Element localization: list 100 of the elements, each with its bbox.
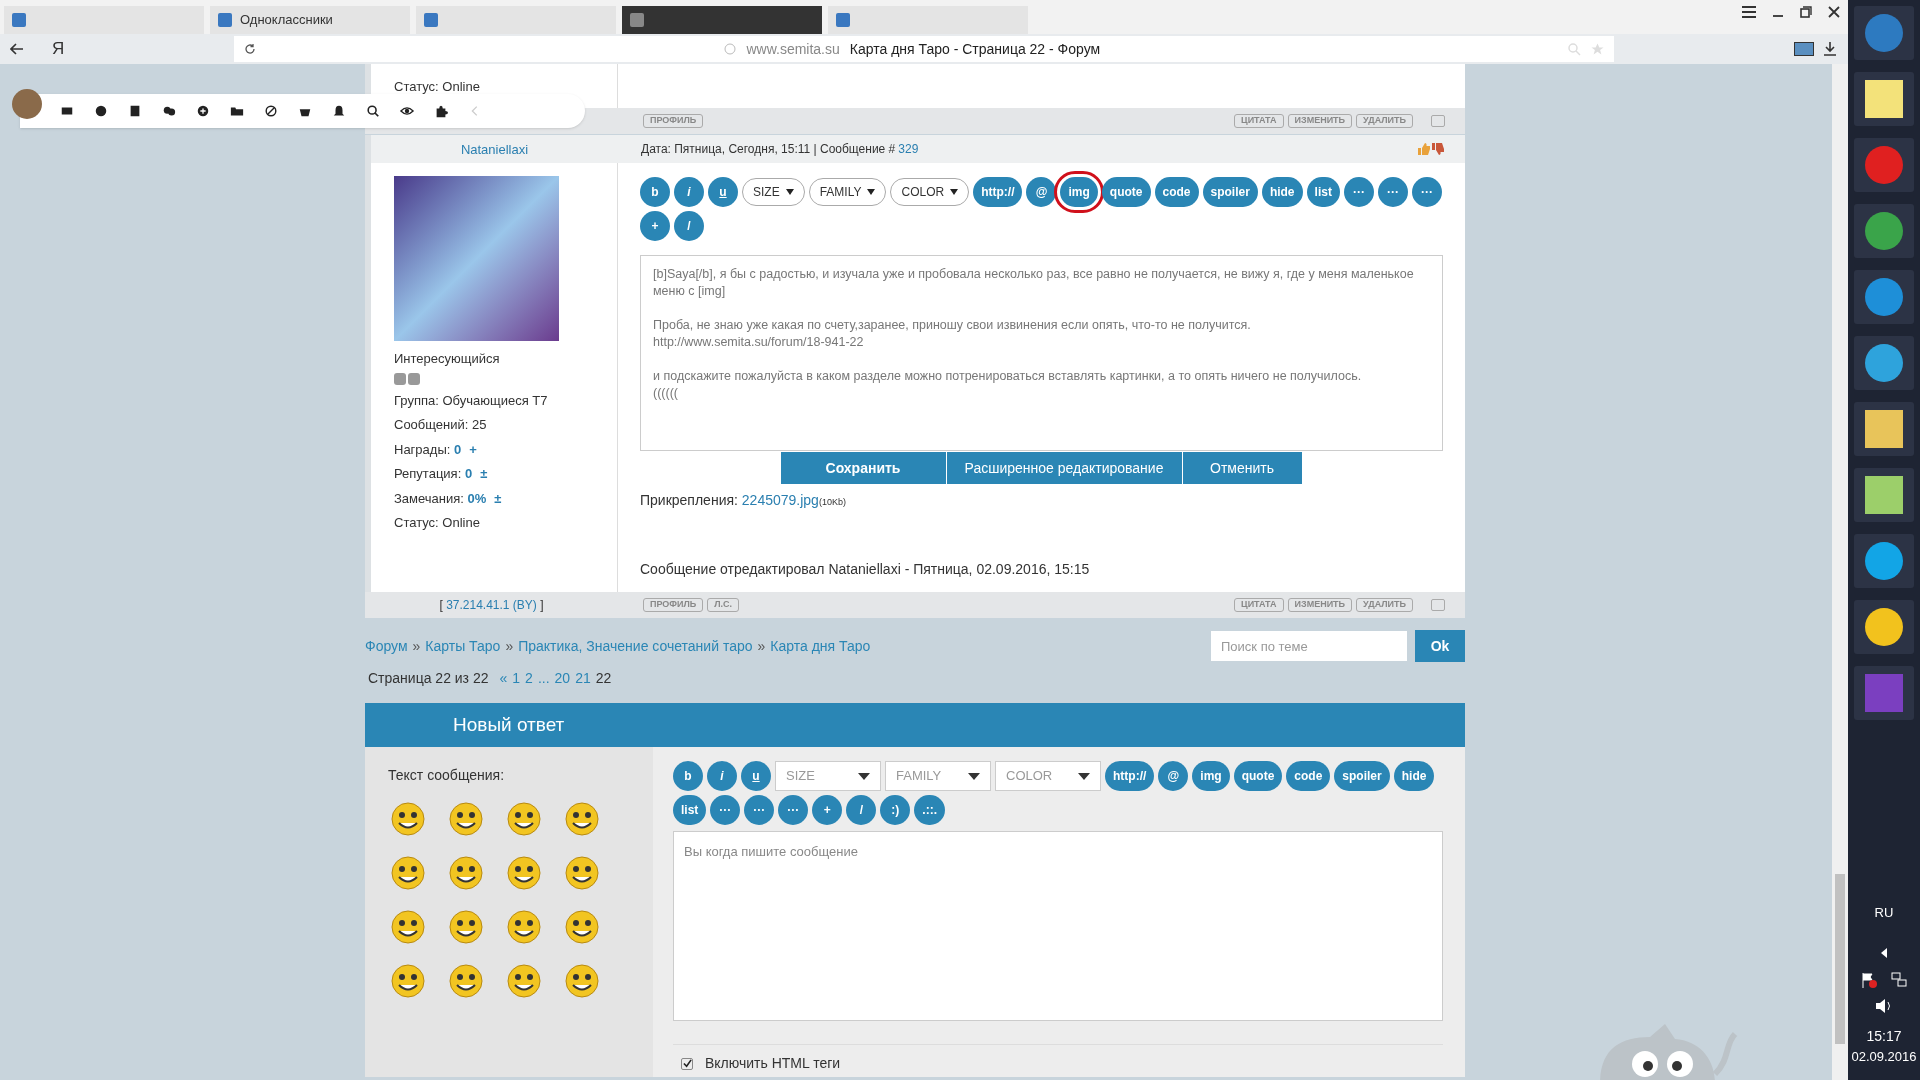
- block-icon[interactable]: [264, 104, 278, 118]
- format-dropdown[interactable]: SIZE: [742, 178, 805, 206]
- format-button[interactable]: u: [741, 761, 771, 791]
- format-button[interactable]: http://: [1105, 761, 1155, 791]
- smiley-icon[interactable]: [504, 907, 544, 947]
- stat-action-link[interactable]: ±: [480, 464, 488, 484]
- taskbar-app-button[interactable]: [1854, 402, 1914, 456]
- breadcrumb-link[interactable]: Форум: [365, 635, 408, 657]
- thumbs-up-icon[interactable]: [1417, 142, 1431, 156]
- editor-action-button[interactable]: Расширенное редактирование: [946, 452, 1183, 484]
- language-indicator[interactable]: RU: [1874, 903, 1894, 923]
- taskbar-app-button[interactable]: [1854, 336, 1914, 390]
- add-icon[interactable]: [196, 104, 210, 118]
- smiley-icon[interactable]: [562, 853, 602, 893]
- clock-time[interactable]: 15:17: [1866, 1025, 1902, 1047]
- html-tags-checkbox[interactable]: [681, 1057, 693, 1070]
- format-button[interactable]: b: [640, 177, 670, 207]
- breadcrumb-link[interactable]: Карта дня Таро: [770, 635, 871, 657]
- smiley-icon[interactable]: [388, 799, 428, 839]
- user-avatar[interactable]: [12, 89, 42, 119]
- thumbs-down-icon[interactable]: [1431, 142, 1445, 156]
- taskbar-app-button[interactable]: [1854, 600, 1914, 654]
- stat-action-link[interactable]: ±: [494, 488, 502, 508]
- format-button[interactable]: @: [1158, 761, 1189, 791]
- restore-icon[interactable]: [1800, 6, 1812, 18]
- footer-link[interactable]: ИЗМЕНИТЬ: [1287, 114, 1353, 128]
- smiley-icon[interactable]: [562, 961, 602, 1001]
- download-icon[interactable]: [1824, 42, 1837, 56]
- page-link[interactable]: 1: [512, 668, 521, 689]
- smiley-icon[interactable]: [446, 799, 486, 839]
- format-button[interactable]: spoiler: [1334, 761, 1390, 791]
- footer-link[interactable]: ЦИТАТА: [1234, 114, 1284, 128]
- format-button[interactable]: code: [1154, 177, 1199, 207]
- format-button[interactable]: ···: [1377, 177, 1408, 207]
- reload-icon[interactable]: [244, 43, 257, 55]
- format-button[interactable]: +: [640, 211, 670, 241]
- browser-logo[interactable]: Я: [52, 36, 65, 62]
- footer-link[interactable]: ПРОФИЛЬ: [643, 598, 704, 612]
- smiley-icon[interactable]: [388, 853, 428, 893]
- format-dropdown[interactable]: SIZE: [775, 761, 881, 791]
- footer-link[interactable]: ИЗМЕНИТЬ: [1287, 598, 1353, 612]
- flag-icon[interactable]: [1861, 971, 1877, 988]
- attachment-link[interactable]: 2245079.jpg: [741, 492, 819, 508]
- smiley-icon[interactable]: [504, 853, 544, 893]
- back-icon[interactable]: [10, 42, 24, 56]
- page-link[interactable]: 21: [575, 668, 591, 689]
- smiley-icon[interactable]: [388, 961, 428, 1001]
- smiley-icon[interactable]: [504, 799, 544, 839]
- format-dropdown[interactable]: FAMILY: [885, 761, 991, 791]
- search-field[interactable]: Поиск по теме: [1211, 631, 1407, 661]
- format-dropdown[interactable]: COLOR: [995, 761, 1101, 791]
- taskbar-app-button[interactable]: [1854, 468, 1914, 522]
- page-link[interactable]: «: [499, 668, 508, 689]
- post-number[interactable]: 329: [898, 140, 919, 158]
- taskbar-app-button[interactable]: [1854, 204, 1914, 258]
- page-link[interactable]: 22: [595, 668, 612, 689]
- browser-tab[interactable]: [622, 6, 822, 34]
- format-button[interactable]: http://: [973, 177, 1023, 207]
- smiley-icon[interactable]: [446, 907, 486, 947]
- format-button[interactable]: ···: [1411, 177, 1442, 207]
- footer-link[interactable]: УДАЛИТЬ: [1356, 114, 1413, 128]
- format-button[interactable]: @: [1026, 177, 1057, 207]
- format-button[interactable]: ···: [778, 795, 809, 825]
- smiley-icon[interactable]: [446, 853, 486, 893]
- smiley-icon[interactable]: [504, 961, 544, 1001]
- format-button[interactable]: /: [846, 795, 877, 825]
- page-link[interactable]: ...: [537, 668, 550, 689]
- stat-action-link[interactable]: +: [469, 439, 477, 459]
- format-button[interactable]: :): [880, 795, 911, 825]
- menu-icon[interactable]: [1742, 6, 1756, 18]
- format-button[interactable]: hide: [1393, 761, 1435, 791]
- format-button[interactable]: +: [812, 795, 843, 825]
- breadcrumb-link[interactable]: Карты Таро: [425, 635, 501, 657]
- browser-tab[interactable]: [4, 6, 204, 34]
- format-button[interactable]: ···: [1343, 177, 1374, 207]
- message-textarea[interactable]: Вы когда пишите сообщение: [673, 831, 1443, 1021]
- clock-date[interactable]: 02.09.2016: [1851, 1046, 1917, 1066]
- format-button[interactable]: /: [674, 211, 704, 241]
- browser-tab[interactable]: [416, 6, 616, 34]
- smiley-icon[interactable]: [562, 799, 602, 839]
- browser-tab[interactable]: [828, 6, 1028, 34]
- smiley-icon[interactable]: [388, 907, 428, 947]
- address-bar[interactable]: www.semita.su Карта дня Таро - Страница 22 - Форум: [234, 36, 1615, 62]
- format-button[interactable]: ···: [710, 795, 741, 825]
- taskbar-app-button[interactable]: [1854, 534, 1914, 588]
- star-icon[interactable]: [1591, 42, 1605, 56]
- format-button[interactable]: code: [1286, 761, 1331, 791]
- format-button[interactable]: img: [1192, 761, 1230, 791]
- author-name[interactable]: Nataniellaxi: [460, 142, 529, 157]
- close-icon[interactable]: [1828, 6, 1840, 18]
- editor-action-button[interactable]: Сохранить: [780, 452, 947, 484]
- speaker-icon[interactable]: [1875, 997, 1893, 1014]
- format-button[interactable]: u: [708, 177, 738, 207]
- search-icon[interactable]: [366, 104, 380, 118]
- format-button[interactable]: b: [673, 761, 703, 791]
- format-button[interactable]: quote: [1233, 761, 1283, 791]
- format-dropdown[interactable]: COLOR: [890, 178, 970, 206]
- taskbar-app-button[interactable]: [1854, 72, 1914, 126]
- format-button[interactable]: quote: [1101, 177, 1151, 207]
- eye-icon[interactable]: [400, 104, 414, 118]
